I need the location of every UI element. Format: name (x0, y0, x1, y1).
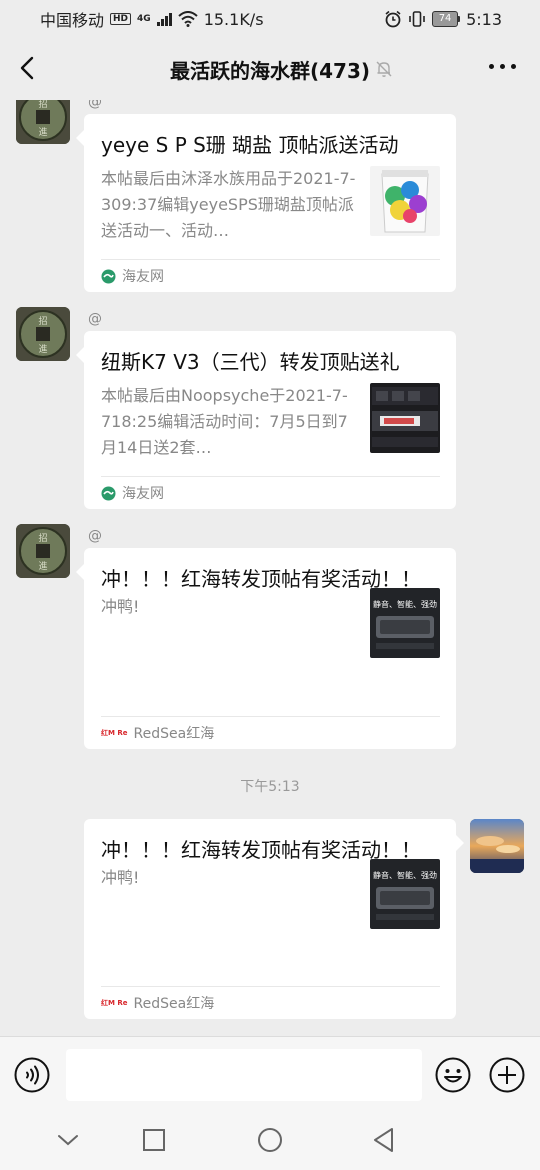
alarm-icon (385, 10, 401, 28)
chevron-left-icon[interactable] (14, 54, 42, 82)
input-bar (0, 1036, 540, 1110)
message-list[interactable]: 招 進 @ yeye S P S珊 瑚盐 顶帖派送活动 本帖最后由沐泽水族用品于… (0, 100, 540, 1036)
coin-avatar-icon: 招 進 (16, 307, 70, 361)
source-label: RedSea红海 (133, 996, 215, 1012)
card-thumbnail: 静音、智能、强劲 (370, 588, 440, 658)
status-bar: 中国移动 HD 4G 15.1K/s 74 5:13 (0, 0, 540, 38)
message-input[interactable] (66, 1049, 422, 1101)
thumb-text: 静音、智能、强劲 (373, 599, 437, 609)
card-description: 本帖最后由Noopsyche于2021-7-718:25编辑活动时间：7月5日到… (101, 386, 348, 457)
svg-text:進: 進 (38, 343, 47, 355)
signal-icon (156, 12, 172, 26)
sender-name: @ (88, 311, 102, 327)
redsea-logo: 红M Re (101, 999, 128, 1007)
svg-text:進: 進 (38, 560, 47, 572)
source-label: 海友网 (122, 269, 164, 285)
link-card[interactable]: 冲！！！红海转发顶帖有奖活动！！ 冲鸭! 静音、智能、强劲 红M Re RedS… (76, 548, 456, 749)
emoji-icon[interactable] (435, 1057, 471, 1093)
card-description: 冲鸭! (101, 597, 140, 616)
sunset-avatar-icon (470, 819, 524, 873)
card-source: 海友网 (101, 259, 440, 292)
svg-text:招: 招 (38, 315, 47, 327)
wifi-icon (178, 11, 198, 27)
globe-icon (101, 486, 116, 500)
card-description: 冲鸭! (101, 868, 140, 887)
card-source: 红M Re RedSea红海 (101, 986, 440, 1019)
more-dots-icon[interactable] (489, 64, 516, 69)
voice-icon[interactable] (14, 1057, 50, 1093)
source-label: RedSea红海 (133, 726, 215, 742)
avatar[interactable]: 招 進 (16, 524, 70, 578)
link-card[interactable]: yeye S P S珊 瑚盐 顶帖派送活动 本帖最后由沐泽水族用品于2021-7… (76, 114, 456, 292)
redsea-logo: 红M Re (101, 729, 128, 737)
battery-icon: 74 (432, 11, 461, 27)
bell-off-icon (376, 61, 392, 77)
card-title: yeye S P S珊 瑚盐 顶帖派送活动 (101, 133, 399, 157)
network-speed: 15.1K/s (203, 9, 264, 29)
own-avatar[interactable] (470, 819, 524, 873)
thumb-text: 静音、智能、强劲 (373, 870, 437, 880)
circle-icon[interactable] (256, 1126, 284, 1154)
avatar[interactable]: 招 進 (16, 100, 70, 144)
card-source: 红M Re RedSea红海 (101, 716, 440, 749)
battery-level: 74 (432, 11, 459, 27)
card-thumbnail: 静音、智能、强劲 (370, 859, 440, 929)
link-card[interactable]: 纽斯K7 V3（三代）转发顶贴送礼 本帖最后由Noopsyche于2021-7-… (76, 331, 456, 509)
status-left: 中国移动 HD 4G 15.1K/s (40, 7, 264, 31)
svg-text:招: 招 (38, 100, 47, 110)
system-nav-bar (0, 1110, 540, 1170)
card-source: 海友网 (101, 476, 440, 509)
card-title: 纽斯K7 V3（三代）转发顶贴送礼 (101, 350, 400, 374)
sender-name: @ (88, 100, 102, 110)
vibrate-icon (409, 11, 425, 27)
coin-avatar-icon: 招 進 (16, 100, 70, 144)
coin-avatar-icon: 招 進 (16, 524, 70, 578)
svg-text:進: 進 (38, 126, 47, 138)
avatar[interactable]: 招 進 (16, 307, 70, 361)
carrier-label: 中国移动 (40, 11, 105, 30)
timestamp: 下午5:13 (240, 779, 300, 795)
card-thumbnail (370, 383, 440, 453)
chat-header: 最活跃的海水群(473) (0, 38, 540, 100)
card-thumbnail (370, 166, 440, 236)
network-type: 4G (137, 14, 151, 24)
square-icon[interactable] (140, 1126, 168, 1154)
hd-badge: HD (110, 13, 132, 25)
source-label: 海友网 (122, 486, 164, 502)
globe-icon (101, 269, 116, 283)
status-right: 74 5:13 (384, 10, 502, 29)
chevron-down-icon[interactable] (54, 1126, 82, 1154)
own-link-card[interactable]: 冲！！！红海转发顶帖有奖活动！！ 冲鸭! 静音、智能、强劲 红M Re RedS… (84, 819, 464, 1019)
triangle-back-icon[interactable] (370, 1126, 398, 1154)
chat-title: 最活跃的海水群(473) (169, 58, 371, 83)
clock: 5:13 (466, 9, 502, 29)
plus-circle-icon[interactable] (489, 1057, 525, 1093)
sender-name: @ (88, 528, 102, 544)
card-description: 本帖最后由沐泽水族用品于2021-7-309:37编辑yeyeSPS珊瑚盐顶帖派… (101, 169, 356, 240)
svg-text:招: 招 (38, 532, 47, 544)
